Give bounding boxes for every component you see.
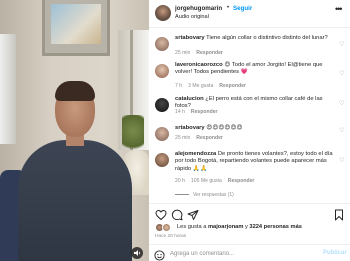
comment-likes[interactable]: 105 Me gusta xyxy=(191,178,222,184)
heart-icon[interactable] xyxy=(155,208,167,221)
comment-item: srtabovary Tiene algún collar o distinti… xyxy=(149,35,350,59)
volume-icon[interactable] xyxy=(131,247,143,259)
heart-icon[interactable]: ♡ xyxy=(339,41,344,48)
reply-button[interactable]: Responder xyxy=(196,135,223,141)
comment-meta: 20 h 105 Me gusta Responder xyxy=(175,178,260,184)
wall-painting xyxy=(42,0,110,56)
reply-button[interactable]: Responder xyxy=(191,109,218,115)
comment-username[interactable]: srtabovary xyxy=(175,35,205,41)
follow-button[interactable]: Seguir xyxy=(233,5,252,12)
reply-button[interactable]: Responder xyxy=(228,178,255,184)
avatar[interactable] xyxy=(155,98,169,112)
comment-body: Tiene algún collar o distintivo distinto… xyxy=(206,35,328,41)
comment-item: laveronicaorozco 😍 Todo el amor Jorgito!… xyxy=(149,62,350,92)
comment-username[interactable]: laveronicaorozco xyxy=(175,62,223,68)
post-username[interactable]: jorgehugomarin xyxy=(175,5,222,12)
comment-item: catalucion ¿El perro está con el mismo c… xyxy=(149,96,350,118)
comment-username[interactable]: srtabovary xyxy=(175,125,205,131)
comment-text: srtabovary 😍😍😍😍😍😍 xyxy=(175,125,335,132)
volume-icon-glyph xyxy=(134,250,141,256)
view-replies-button[interactable]: Ver respuestas (1) xyxy=(175,192,234,198)
comment-meta: 7 h 3 Me gusta Responder xyxy=(175,83,252,89)
reply-button[interactable]: Responder xyxy=(196,50,223,56)
comment-body: 😍😍😍😍😍😍 xyxy=(206,125,243,131)
avatar[interactable] xyxy=(155,37,169,51)
comment-text: alejomendozza De pronto tienes volantes?… xyxy=(175,151,335,173)
audio-link[interactable]: Audio original xyxy=(175,14,209,20)
likes-summary: Les gusta a majoarjonam y 3224 personas … xyxy=(155,223,350,233)
post-panel: jorgehugomarin • Seguir Audio original •… xyxy=(149,0,350,261)
comment-time: 25 min xyxy=(175,135,191,141)
post-header: jorgehugomarin • Seguir Audio original •… xyxy=(149,0,350,28)
avatar[interactable] xyxy=(155,5,171,21)
person-body xyxy=(18,140,132,261)
post-video[interactable] xyxy=(0,0,149,261)
avatar xyxy=(162,223,171,232)
emoji-icon-glyph xyxy=(154,250,165,261)
likes-count[interactable]: 3224 personas más xyxy=(249,224,302,230)
comment-icon-glyph xyxy=(171,209,183,221)
publish-button[interactable]: Publicar xyxy=(323,250,347,256)
comment-username[interactable]: catalucion xyxy=(175,96,204,102)
comment-meta: 25 min Responder xyxy=(175,50,229,56)
emoji-icon[interactable] xyxy=(154,248,165,261)
view-replies-label: Ver respuestas (1) xyxy=(193,192,234,198)
bookmark-icon[interactable] xyxy=(333,208,345,221)
avatar[interactable] xyxy=(155,153,169,167)
comment-meta: 25 min Responder xyxy=(175,135,229,141)
bookmark-icon-glyph xyxy=(335,209,343,221)
heart-icon[interactable]: ♡ xyxy=(339,157,344,164)
comment-item: srtabovary 😍😍😍😍😍😍 25 min Responder ♡ xyxy=(149,125,350,147)
comment-text: laveronicaorozco 😍 Todo el amor Jorgito!… xyxy=(175,62,335,77)
comment-input[interactable] xyxy=(170,248,310,259)
comment-text: srtabovary Tiene algún collar o distinti… xyxy=(175,35,335,42)
comment-item: alejomendozza De pronto tienes volantes?… xyxy=(149,151,350,189)
likes-text: Les gusta a majoarjonam y 3224 personas … xyxy=(177,224,302,230)
separator-dot: • xyxy=(227,5,230,11)
add-comment-bar: Publicar xyxy=(149,244,350,261)
heart-icon[interactable]: ♡ xyxy=(339,100,344,107)
replies-line xyxy=(175,194,189,196)
heart-icon-glyph xyxy=(155,209,167,221)
heart-icon[interactable]: ♡ xyxy=(339,70,344,77)
avatar[interactable] xyxy=(155,64,169,78)
share-icon-glyph xyxy=(187,210,199,220)
comment-meta: 14 h Responder xyxy=(175,109,224,115)
share-icon[interactable] xyxy=(187,208,199,220)
likes-user[interactable]: majoarjonam xyxy=(208,224,243,230)
comment-username[interactable]: alejomendozza xyxy=(175,151,216,157)
heart-icon[interactable]: ♡ xyxy=(339,127,344,134)
more-horizontal-icon[interactable]: ••• xyxy=(335,4,343,14)
reply-button[interactable]: Responder xyxy=(219,83,246,89)
comment-icon[interactable] xyxy=(171,208,183,221)
plant xyxy=(122,115,144,155)
window-left xyxy=(0,34,16,144)
comment-time: 7 h xyxy=(175,83,183,89)
likes-prefix: Les gusta a xyxy=(177,224,208,230)
post-timestamp[interactable]: Hace 20 horas xyxy=(155,234,186,239)
comment-time: 14 h xyxy=(175,109,185,115)
comment-likes[interactable]: 3 Me gusta xyxy=(188,83,213,89)
comment-time: 25 min xyxy=(175,50,191,56)
action-bar xyxy=(149,203,350,221)
avatar[interactable] xyxy=(155,127,169,141)
person-hair xyxy=(55,81,95,101)
comment-time: 20 h xyxy=(175,178,185,184)
